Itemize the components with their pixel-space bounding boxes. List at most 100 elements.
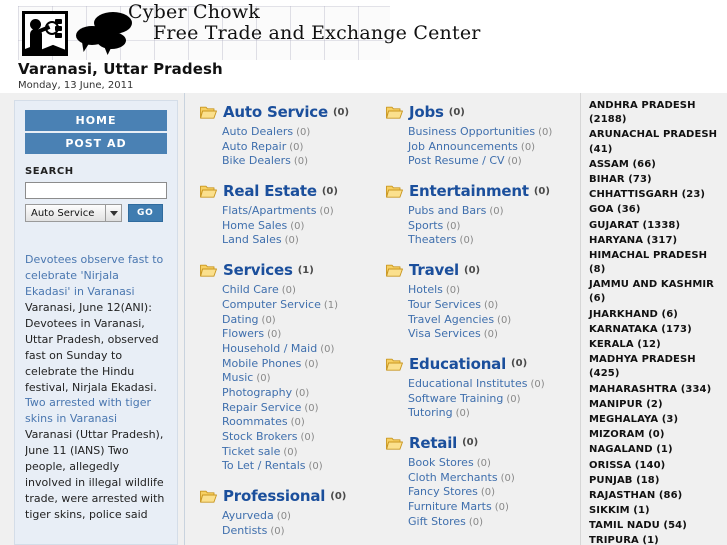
subcategory-name[interactable]: Book Stores <box>408 456 474 469</box>
subcategory-name[interactable]: Flowers <box>222 327 264 340</box>
state-link[interactable]: TRIPURA (1) <box>589 534 723 545</box>
subcategory-name[interactable]: Gift Stores <box>408 515 466 528</box>
category-header[interactable]: Auto Service (0) <box>200 103 371 121</box>
category-header[interactable]: Real Estate (0) <box>200 182 371 200</box>
subcategory-item[interactable]: Stock Brokers (0) <box>222 430 371 445</box>
category-name[interactable]: Jobs <box>409 103 444 121</box>
category-name[interactable]: Retail <box>409 434 457 452</box>
subcategory-item[interactable]: Ticket sale (0) <box>222 445 371 460</box>
category-name[interactable]: Professional <box>223 487 325 505</box>
subcategory-name[interactable]: Fancy Stores <box>408 485 478 498</box>
state-link[interactable]: NAGALAND (1) <box>589 443 723 457</box>
state-link[interactable]: ORISSA (140) <box>589 459 723 473</box>
news-headline[interactable]: Devotees observe fast to celebrate 'Nirj… <box>25 253 163 298</box>
subcategory-item[interactable]: Dating (0) <box>222 313 371 328</box>
subcategory-name[interactable]: Furniture Marts <box>408 500 492 513</box>
subcategory-item[interactable]: Fancy Stores (0) <box>408 485 557 500</box>
subcategory-item[interactable]: Music (0) <box>222 371 371 386</box>
subcategory-name[interactable]: Educational Institutes <box>408 377 527 390</box>
subcategory-item[interactable]: Roommates (0) <box>222 415 371 430</box>
state-link[interactable]: MADHYA PRADESH (425) <box>589 353 723 381</box>
state-link[interactable]: KERALA (12) <box>589 338 723 352</box>
state-link[interactable]: MIZORAM (0) <box>589 428 723 442</box>
state-link[interactable]: SIKKIM (1) <box>589 504 723 518</box>
subcategory-item[interactable]: Cloth Merchants (0) <box>408 471 557 486</box>
state-link[interactable]: PUNJAB (18) <box>589 474 723 488</box>
subcategory-item[interactable]: Furniture Marts (0) <box>408 500 557 515</box>
subcategory-name[interactable]: Business Opportunities <box>408 125 535 138</box>
state-link[interactable]: CHHATTISGARH (23) <box>589 188 723 202</box>
subcategory-name[interactable]: Software Training <box>408 392 503 405</box>
category-header[interactable]: Educational (0) <box>386 355 557 373</box>
subcategory-item[interactable]: Gift Stores (0) <box>408 515 557 530</box>
home-button[interactable]: HOME <box>25 110 167 131</box>
subcategory-item[interactable]: Travel Agencies (0) <box>408 313 557 328</box>
category-name[interactable]: Entertainment <box>409 182 529 200</box>
category-header[interactable]: Retail (0) <box>386 434 557 452</box>
category-header[interactable]: Professional (0) <box>200 487 371 505</box>
subcategory-item[interactable]: Household / Maid (0) <box>222 342 371 357</box>
subcategory-item[interactable]: Flats/Apartments (0) <box>222 204 371 219</box>
subcategory-item[interactable]: Tour Services (0) <box>408 298 557 313</box>
subcategory-item[interactable]: Mobile Phones (0) <box>222 357 371 372</box>
subcategory-item[interactable]: Child Care (0) <box>222 283 371 298</box>
category-header[interactable]: Services (1) <box>200 261 371 279</box>
subcategory-item[interactable]: Ayurveda (0) <box>222 509 371 524</box>
category-name[interactable]: Real Estate <box>223 182 317 200</box>
subcategory-name[interactable]: Ayurveda <box>222 509 274 522</box>
subcategory-name[interactable]: Auto Repair <box>222 140 286 153</box>
subcategory-name[interactable]: Stock Brokers <box>222 430 298 443</box>
subcategory-item[interactable]: Sports (0) <box>408 219 557 234</box>
subcategory-name[interactable]: Music <box>222 371 253 384</box>
subcategory-item[interactable]: Book Stores (0) <box>408 456 557 471</box>
subcategory-name[interactable]: Sports <box>408 219 443 232</box>
subcategory-name[interactable]: Land Sales <box>222 233 282 246</box>
subcategory-name[interactable]: Visa Services <box>408 327 481 340</box>
news-headline[interactable]: Two arrested with tiger skins in Varanas… <box>25 396 151 425</box>
subcategory-item[interactable]: Dentists (0) <box>222 524 371 539</box>
subcategory-name[interactable]: Post Resume / CV <box>408 154 505 167</box>
state-link[interactable]: HIMACHAL PRADESH (8) <box>589 249 723 277</box>
category-name[interactable]: Travel <box>409 261 459 279</box>
state-link[interactable]: GOA (36) <box>589 203 723 217</box>
subcategory-name[interactable]: Job Announcements <box>408 140 518 153</box>
subcategory-name[interactable]: Repair Service <box>222 401 301 414</box>
category-name[interactable]: Educational <box>409 355 506 373</box>
subcategory-name[interactable]: Flats/Apartments <box>222 204 316 217</box>
subcategory-name[interactable]: To Let / Rentals <box>222 459 306 472</box>
subcategory-name[interactable]: Travel Agencies <box>408 313 494 326</box>
subcategory-name[interactable]: Mobile Phones <box>222 357 301 370</box>
category-name[interactable]: Services <box>223 261 293 279</box>
subcategory-item[interactable]: Post Resume / CV (0) <box>408 154 557 169</box>
category-name[interactable]: Auto Service <box>223 103 328 121</box>
state-link[interactable]: MEGHALAYA (3) <box>589 413 723 427</box>
state-link[interactable]: KARNATAKA (173) <box>589 323 723 337</box>
subcategory-item[interactable]: To Let / Rentals (0) <box>222 459 371 474</box>
subcategory-item[interactable]: Auto Dealers (0) <box>222 125 371 140</box>
subcategory-item[interactable]: Tutoring (0) <box>408 406 557 421</box>
category-header[interactable]: Travel (0) <box>386 261 557 279</box>
subcategory-name[interactable]: Auto Dealers <box>222 125 293 138</box>
subcategory-item[interactable]: Visa Services (0) <box>408 327 557 342</box>
state-link[interactable]: ARUNACHAL PRADESH (41) <box>589 128 723 156</box>
state-link[interactable]: RAJASTHAN (86) <box>589 489 723 503</box>
subcategory-name[interactable]: Bike Dealers <box>222 154 291 167</box>
state-link[interactable]: HARYANA (317) <box>589 234 723 248</box>
state-link[interactable]: JAMMU AND KASHMIR (6) <box>589 278 723 306</box>
state-link[interactable]: ASSAM (66) <box>589 158 723 172</box>
subcategory-item[interactable]: Auto Repair (0) <box>222 140 371 155</box>
subcategory-name[interactable]: Computer Service <box>222 298 321 311</box>
category-header[interactable]: Entertainment (0) <box>386 182 557 200</box>
subcategory-item[interactable]: Job Announcements (0) <box>408 140 557 155</box>
subcategory-name[interactable]: Dating <box>222 313 259 326</box>
subcategory-item[interactable]: Photography (0) <box>222 386 371 401</box>
subcategory-item[interactable]: Bike Dealers (0) <box>222 154 371 169</box>
subcategory-item[interactable]: Software Training (0) <box>408 392 557 407</box>
subcategory-item[interactable]: Home Sales (0) <box>222 219 371 234</box>
category-header[interactable]: Jobs (0) <box>386 103 557 121</box>
subcategory-name[interactable]: Hotels <box>408 283 443 296</box>
subcategory-name[interactable]: Child Care <box>222 283 279 296</box>
subcategory-name[interactable]: Household / Maid <box>222 342 317 355</box>
state-link[interactable]: MANIPUR (2) <box>589 398 723 412</box>
search-go-button[interactable]: GO <box>128 204 163 222</box>
